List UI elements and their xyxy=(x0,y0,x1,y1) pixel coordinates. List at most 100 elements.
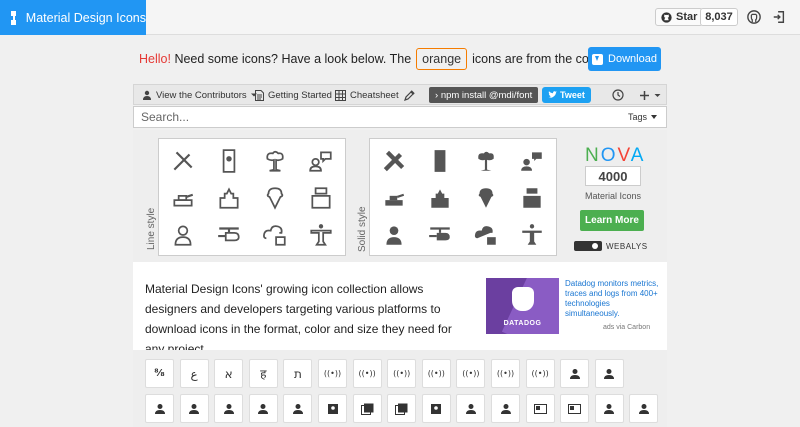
icon-tile[interactable] xyxy=(456,394,486,423)
cloud-lock-icon[interactable] xyxy=(472,221,500,249)
github-octocat-icon[interactable] xyxy=(746,9,762,25)
icon-tile[interactable] xyxy=(421,394,451,423)
person-thinking-icon[interactable] xyxy=(169,221,197,249)
statue-icon[interactable] xyxy=(307,221,335,249)
temple-icon[interactable] xyxy=(215,184,243,212)
hello-text: Hello! xyxy=(139,52,171,66)
icon-tile[interactable] xyxy=(318,394,347,423)
person-thinking-icon[interactable] xyxy=(380,221,408,249)
tags-label: Tags xyxy=(627,112,647,122)
explosion-icon[interactable] xyxy=(472,147,500,175)
tank-icon[interactable] xyxy=(169,184,197,212)
github-star-button[interactable]: Star xyxy=(655,8,704,26)
tags-dropdown[interactable]: Tags xyxy=(628,112,657,122)
icon-tile[interactable]: ((•)) xyxy=(491,359,520,388)
github-icon xyxy=(661,11,672,23)
brand-link[interactable]: Material Design Icons xyxy=(0,0,146,35)
pencil-ruler-icon[interactable] xyxy=(169,147,197,175)
cheatsheet-link[interactable]: Cheatsheet xyxy=(335,88,399,102)
nova-title[interactable]: NOVA xyxy=(585,145,645,167)
icon-tile[interactable] xyxy=(214,394,244,423)
helicopter-icon[interactable] xyxy=(426,221,454,249)
login-icon[interactable] xyxy=(771,9,787,25)
icon-tile[interactable]: ((•)) xyxy=(387,359,417,388)
learn-more-button[interactable]: Learn More xyxy=(580,210,644,231)
nova-letter: V xyxy=(617,145,631,166)
icon-tile[interactable] xyxy=(491,394,520,423)
icon-tile[interactable] xyxy=(145,394,174,423)
explosion-icon[interactable] xyxy=(261,147,289,175)
nova-letter: A xyxy=(630,145,646,166)
icon-tile[interactable]: ((•)) xyxy=(525,359,555,388)
icon-tile[interactable]: ((•)) xyxy=(456,359,486,388)
icon-tile[interactable]: א xyxy=(214,359,244,388)
icon-tile[interactable] xyxy=(560,394,590,423)
chat-person-icon[interactable] xyxy=(518,147,546,175)
ad-image[interactable]: DATADOG xyxy=(486,278,559,334)
cloud-lock-icon[interactable] xyxy=(261,221,289,249)
mdi-logo-icon xyxy=(10,10,16,25)
ice-cream-icon[interactable] xyxy=(261,184,289,212)
description-section: Material Design Icons' growing icon coll… xyxy=(133,262,667,356)
icon-tile[interactable] xyxy=(248,394,278,423)
icon-tile[interactable]: ((•)) xyxy=(318,359,347,388)
icon-tile[interactable] xyxy=(283,394,313,423)
icon-tile[interactable] xyxy=(387,394,417,423)
contact-card-icon[interactable] xyxy=(426,147,454,175)
nova-subtitle: Material Icons xyxy=(584,191,642,201)
top-bar: Material Design Icons Star 8,037 xyxy=(0,0,800,35)
webalys-logo[interactable]: WEBALYS xyxy=(574,241,648,251)
nova-count: 4000 xyxy=(585,166,641,186)
add-menu[interactable] xyxy=(639,88,665,102)
icon-tile[interactable]: ع xyxy=(179,359,209,388)
ad-text-link[interactable]: Datadog monitors metrics, traces and log… xyxy=(565,279,663,319)
pencil-ruler-icon[interactable] xyxy=(380,147,408,175)
chat-person-icon[interactable] xyxy=(307,147,335,175)
community-badge: orange xyxy=(416,48,468,70)
icon-tile[interactable]: ⁸⁄₈ xyxy=(145,359,174,388)
intro-text-before: Need some icons? Have a look below. The xyxy=(174,52,412,66)
eyedropper-icon[interactable] xyxy=(404,88,419,102)
icon-tile[interactable]: ((•)) xyxy=(421,359,451,388)
icon-tile[interactable]: ת xyxy=(283,359,313,388)
npm-install-command[interactable]: › npm install @mdi/font xyxy=(429,87,539,103)
contact-card-icon[interactable] xyxy=(215,147,243,175)
temple-icon[interactable] xyxy=(426,184,454,212)
tank-icon[interactable] xyxy=(380,184,408,212)
icon-tile[interactable] xyxy=(179,394,209,423)
icon-tile[interactable] xyxy=(525,394,555,423)
chevron-down-icon xyxy=(654,93,661,97)
ice-cream-icon[interactable] xyxy=(472,184,500,212)
icon-tile[interactable] xyxy=(594,359,624,388)
github-star-count[interactable]: 8,037 xyxy=(700,8,738,26)
getting-started-link[interactable]: Getting Started xyxy=(255,88,332,102)
line-style-label: Line style xyxy=(146,207,157,250)
search-bar: Tags xyxy=(133,106,667,128)
webalys-mark-icon xyxy=(574,241,602,251)
icon-tile[interactable]: ह xyxy=(248,359,278,388)
solid-style-box xyxy=(369,138,557,256)
download-button[interactable]: Download xyxy=(588,47,661,71)
icon-tile[interactable]: ((•)) xyxy=(352,359,382,388)
icon-tile[interactable] xyxy=(629,394,659,423)
search-input[interactable] xyxy=(134,110,604,124)
getting-started-label: Getting Started xyxy=(268,89,332,101)
icon-tile[interactable] xyxy=(560,359,590,388)
intro-line: Hello! Need some icons? Have a look belo… xyxy=(139,46,639,72)
cash-register-icon[interactable] xyxy=(518,184,546,212)
history-icon[interactable] xyxy=(612,88,628,102)
cash-register-icon[interactable] xyxy=(307,184,335,212)
tweet-button[interactable]: Tweet xyxy=(542,87,591,103)
icon-tile[interactable] xyxy=(352,394,382,423)
webalys-label: WEBALYS xyxy=(606,241,648,251)
twitter-icon xyxy=(548,91,557,98)
description-text: Material Design Icons' growing icon coll… xyxy=(145,282,452,356)
statue-icon[interactable] xyxy=(518,221,546,249)
contributors-menu[interactable]: View the Contributors xyxy=(142,88,262,102)
github-star-label: Star xyxy=(676,11,698,23)
ad-brand: DATADOG xyxy=(503,320,542,327)
ad-via-link[interactable]: ads via Carbon xyxy=(603,324,650,331)
helicopter-icon[interactable] xyxy=(215,221,243,249)
icon-tile[interactable] xyxy=(594,394,624,423)
npm-command-text: npm install @mdi/font xyxy=(440,89,533,101)
